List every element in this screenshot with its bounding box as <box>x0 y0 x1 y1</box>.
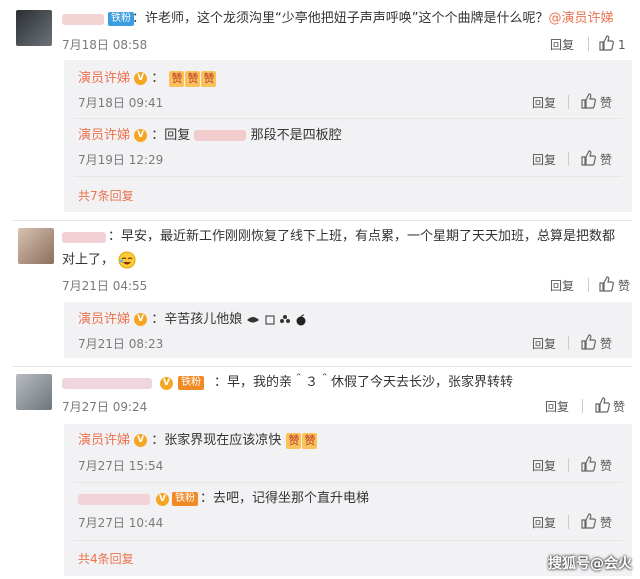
fan-badge: 铁粉 <box>172 492 198 506</box>
reply-body: ：张家界现在应该凉快 <box>151 433 282 448</box>
verified-icon: V <box>134 72 148 85</box>
separator <box>588 278 589 292</box>
blurred-username[interactable] <box>78 494 150 505</box>
separator <box>568 515 569 529</box>
like-button[interactable]: 赞 <box>600 458 612 474</box>
like-button[interactable]: 赞 <box>600 336 612 352</box>
reply-body: ： <box>151 71 165 86</box>
reply-time: 7月27日 15:54 <box>78 459 164 473</box>
thumb-up-icon[interactable] <box>598 35 614 51</box>
thumb-up-icon[interactable] <box>598 276 614 292</box>
separator <box>568 152 569 166</box>
thumb-up-icon[interactable] <box>580 150 596 166</box>
zan-emoji: 赞 <box>201 70 217 87</box>
verified-icon: V <box>134 129 148 142</box>
like-button[interactable]: 赞 <box>600 95 612 111</box>
reply-button[interactable]: 回复 <box>532 95 556 111</box>
divider <box>74 118 622 119</box>
thumb-up-icon[interactable] <box>580 513 596 529</box>
reply-button[interactable]: 回复 <box>532 458 556 474</box>
like-button[interactable]: 赞 <box>618 278 630 294</box>
reply-button[interactable]: 回复 <box>532 152 556 168</box>
lips-emoji-icon <box>246 315 260 325</box>
zan-emoji: 赞 <box>302 432 318 449</box>
zan-emoji: 赞 <box>169 70 185 87</box>
blurred-username[interactable] <box>194 130 247 141</box>
zan-emoji: 赞 <box>185 70 201 87</box>
separator <box>568 458 569 472</box>
reply-author[interactable]: 演员许娣 <box>78 128 130 143</box>
comment-time: 7月18日 08:58 <box>62 38 148 52</box>
reply-author[interactable]: 演员许娣 <box>78 433 130 448</box>
reply-button[interactable]: 回复 <box>545 399 569 415</box>
thumb-up-icon[interactable] <box>594 397 610 413</box>
like-button[interactable]: 赞 <box>613 399 625 415</box>
thumb-up-icon[interactable] <box>580 456 596 472</box>
reply-button[interactable]: 回复 <box>532 515 556 531</box>
reply-body: ：回复 <box>151 128 191 143</box>
reply-text: 演员许娣 V ：张家界现在应该凉快 赞赞 <box>78 432 318 450</box>
reply-text: 演员许娣 V ：回复 那段不是四板腔 <box>78 127 342 145</box>
thumb-up-icon[interactable] <box>580 334 596 350</box>
reply-body: 那段不是四板腔 <box>250 128 342 143</box>
avatar[interactable] <box>18 228 54 264</box>
divider <box>74 176 622 177</box>
reply-time: 7月27日 10:44 <box>78 516 164 530</box>
apple-emoji-icon <box>295 314 307 326</box>
reply-button[interactable]: 回复 <box>532 336 556 352</box>
like-button[interactable]: 赞 <box>600 515 612 531</box>
reply-text: 演员许娣 V ：辛苦孩儿他娘 <box>78 311 307 329</box>
reply-time: 7月21日 08:23 <box>78 337 164 351</box>
blurred-username[interactable] <box>62 378 152 389</box>
thumb-up-icon[interactable] <box>580 93 596 109</box>
comment-text: ：许老师，这个龙须沟里“少亭他把妞子声声呼唤”这个个曲牌是什么呢？@演员许娣 <box>132 10 614 28</box>
divider <box>12 220 632 221</box>
separator <box>568 95 569 109</box>
fan-badge: 铁粉 <box>178 376 204 390</box>
reply-button[interactable]: 回复 <box>550 278 574 294</box>
avatar[interactable] <box>16 10 52 46</box>
comment-body: ：许老师，这个龙须沟里“少亭他把妞子声声呼唤”这个个曲牌是什么呢？ <box>132 11 549 26</box>
like-button[interactable]: 赞 <box>600 152 612 168</box>
laughing-emoji-icon <box>118 251 136 269</box>
verified-icon: V <box>134 434 148 447</box>
more-replies-link[interactable]: 共4条回复 <box>78 551 134 567</box>
divider <box>74 540 622 541</box>
separator <box>568 336 569 350</box>
comment-body: 对上了， <box>62 252 115 268</box>
reply-text: ：去吧，记得坐那个直升电梯 <box>200 491 370 506</box>
like-count: 1 <box>618 38 626 52</box>
comment-text: ：早，我的亲＾３＾休假了今天去长沙，张家界转转 <box>214 375 514 390</box>
reply-time: 7月19日 12:29 <box>78 153 164 167</box>
divider <box>74 482 622 483</box>
zan-emoji: 赞 <box>286 432 302 449</box>
divider <box>12 366 632 367</box>
flower-emoji-icon <box>279 314 291 326</box>
blurred-username[interactable] <box>62 14 104 25</box>
watermark: 搜狐号@会火 <box>548 556 632 572</box>
comment-text: 对上了， <box>62 251 136 270</box>
comment-time: 7月21日 04:55 <box>62 279 148 293</box>
verified-icon: V <box>134 313 148 326</box>
comment-time: 7月27日 09:24 <box>62 400 148 414</box>
fan-badge: 铁粉 <box>108 12 134 26</box>
verified-icon: V <box>160 377 173 390</box>
blurred-username[interactable] <box>62 232 106 243</box>
mention-link[interactable]: @演员许娣 <box>548 11 613 26</box>
comment-text: ：早安，最近新工作刚刚恢复了线下上班，有点累，一个星期了天天加班，总算是把数都 <box>108 229 616 244</box>
reply-author[interactable]: 演员许娣 <box>78 71 130 86</box>
reply-text: 演员许娣 V ： 赞赞赞 <box>78 70 217 88</box>
reply-author[interactable]: 演员许娣 <box>78 312 130 327</box>
more-replies-link[interactable]: 共7条回复 <box>78 188 134 204</box>
verified-icon: V <box>156 493 169 506</box>
avatar[interactable] <box>16 374 52 410</box>
separator <box>582 399 583 413</box>
reply-body: ：辛苦孩儿他娘 <box>151 312 243 327</box>
reply-button[interactable]: 回复 <box>550 37 574 53</box>
reply-time: 7月18日 09:41 <box>78 96 164 110</box>
box-emoji-icon <box>265 314 275 326</box>
separator <box>588 37 589 51</box>
